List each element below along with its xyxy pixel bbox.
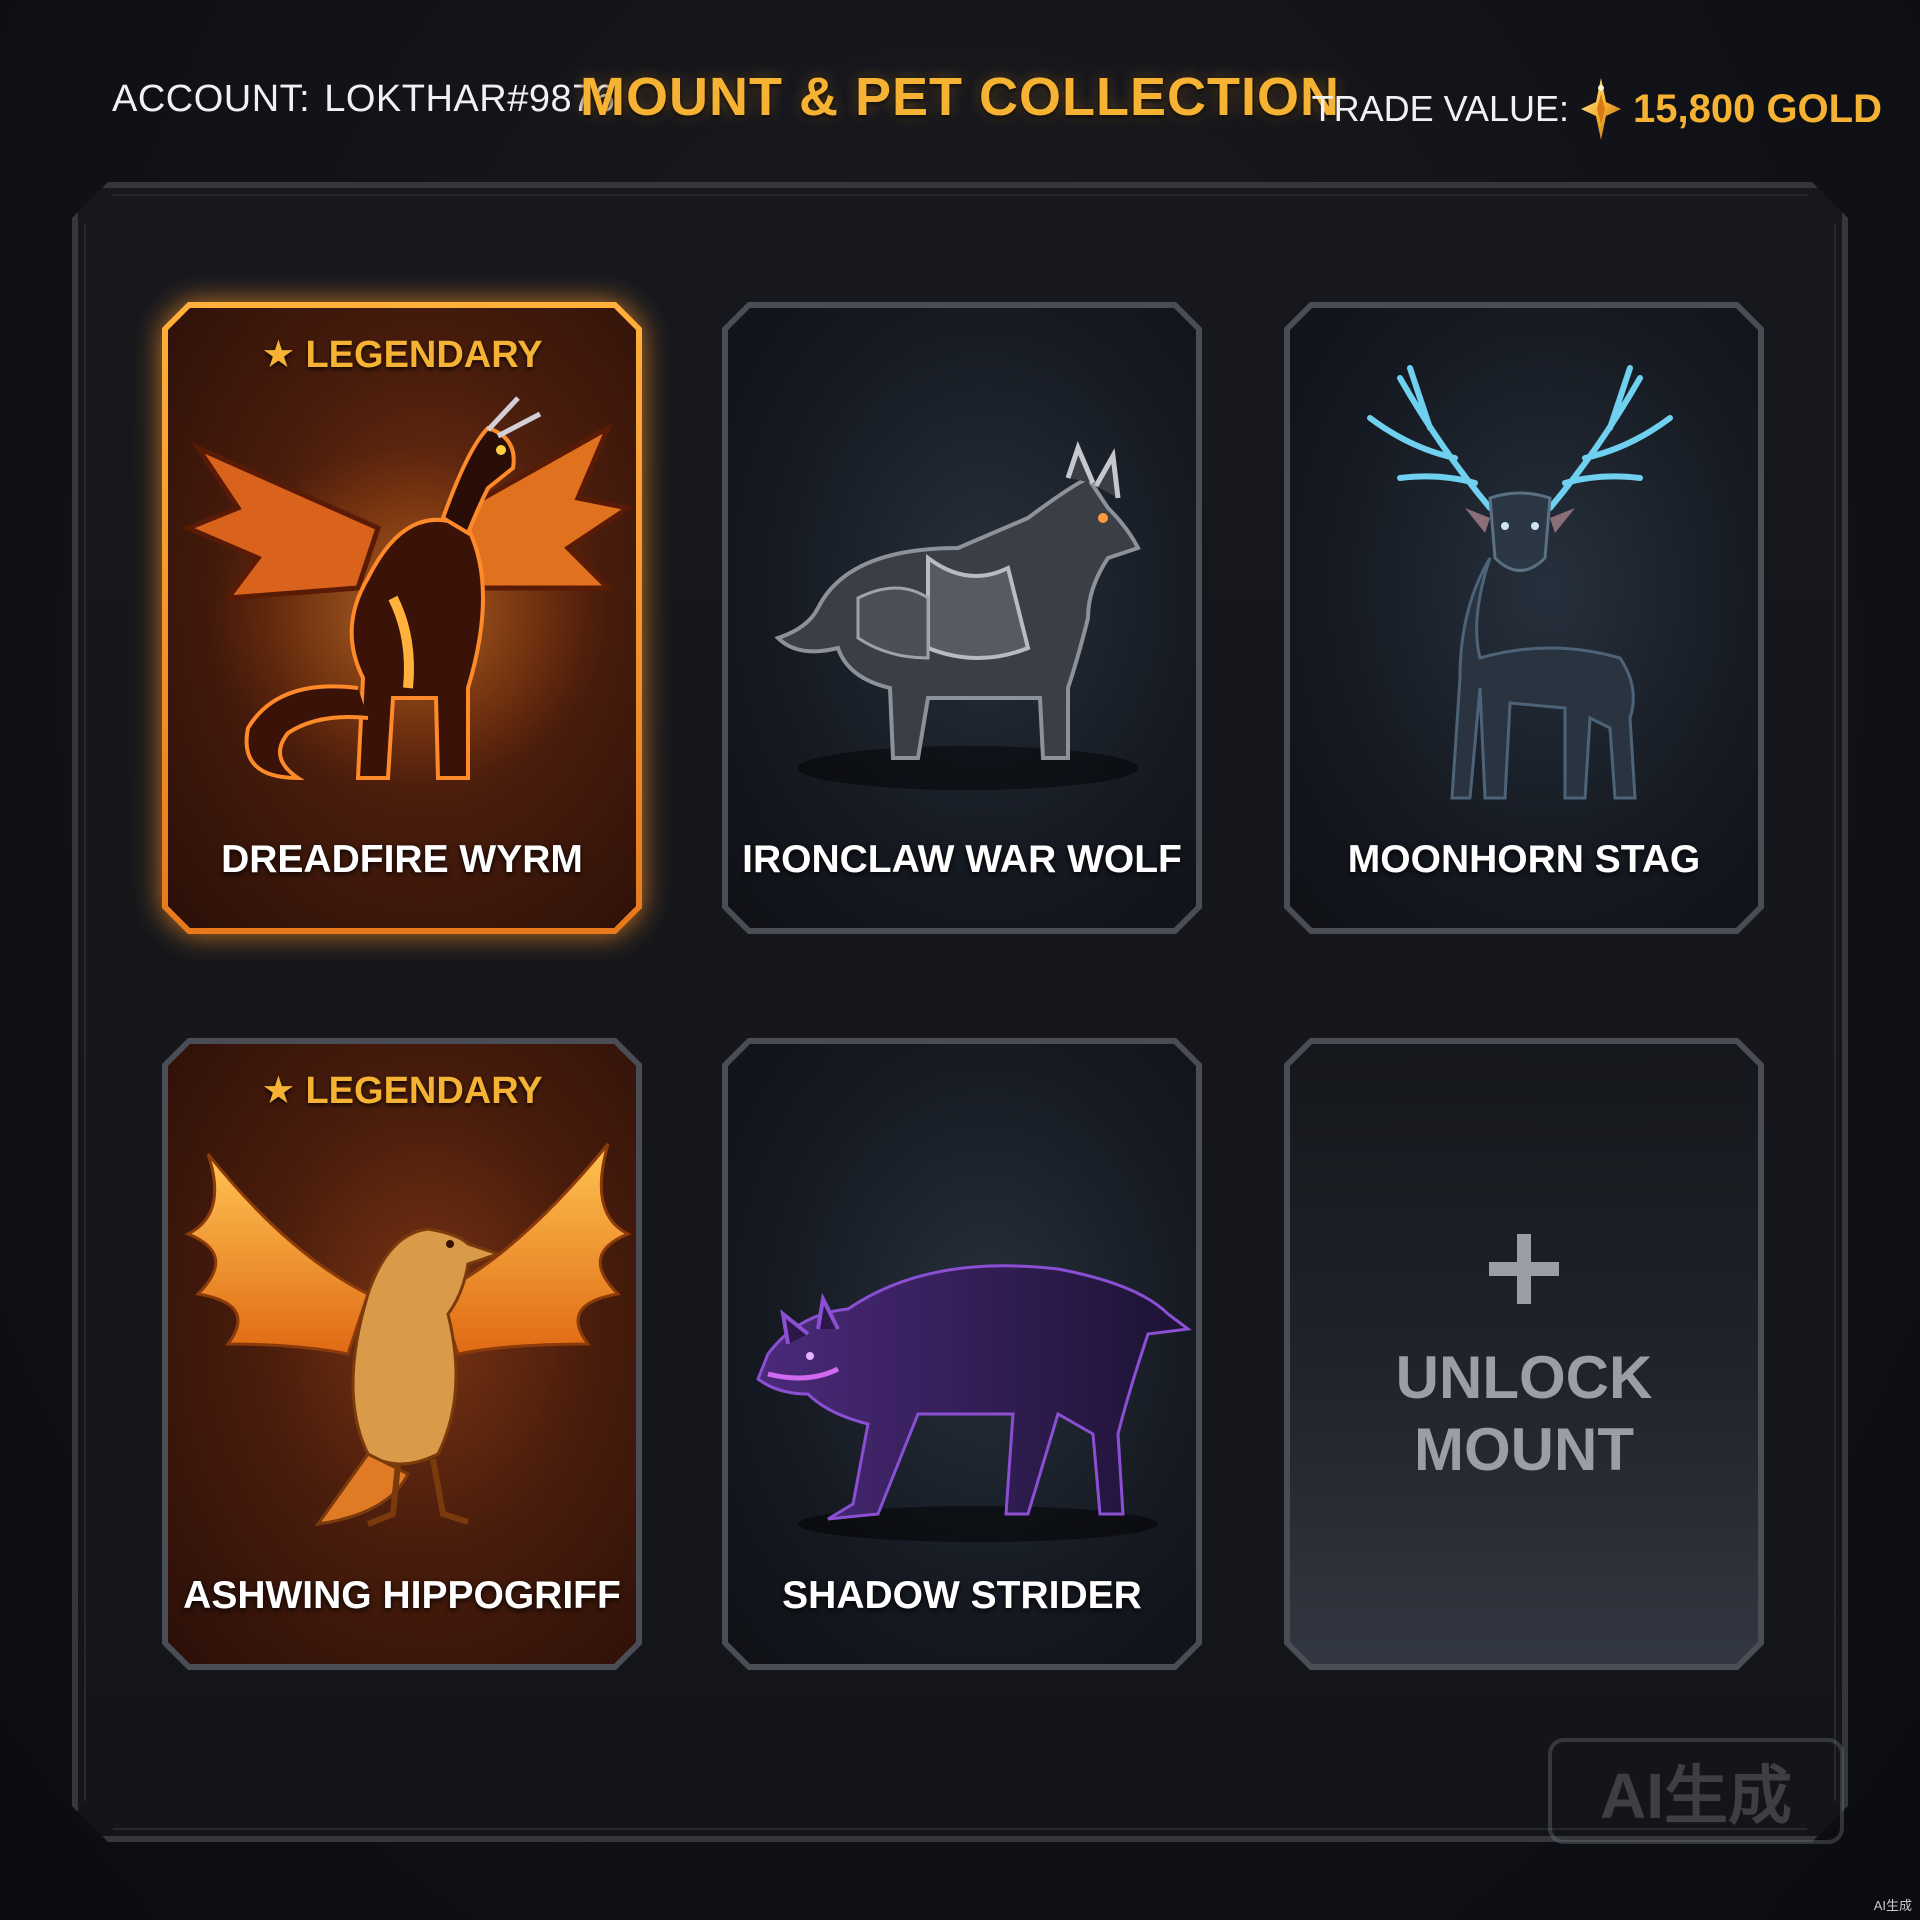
plus-icon: [1489, 1234, 1559, 1304]
card-body: ★ LEGENDARY ASHWING HIPPOGRIFF: [168, 1044, 636, 1664]
unlock-line-1: UNLOCK: [1395, 1344, 1653, 1411]
armored-wolf-icon: [728, 358, 1196, 828]
card-body: IRONCLAW WAR WOLF: [728, 308, 1196, 928]
mount-card-dreadfire-wyrm[interactable]: ★ LEGENDARY DREADFIRE WYRM: [162, 302, 642, 934]
card-name: SHADOW STRIDER: [782, 1574, 1142, 1617]
watermark-badge: AI生成: [1548, 1738, 1844, 1844]
gold-amount: 15,800 GOLD: [1632, 86, 1882, 131]
unlock-mount-card[interactable]: UNLOCK MOUNT: [1284, 1038, 1764, 1670]
unlock-line-2: MOUNT: [1414, 1416, 1634, 1483]
unlock-label: UNLOCK MOUNT: [1374, 1342, 1674, 1486]
mount-card-ironclaw-war-wolf[interactable]: IRONCLAW WAR WOLF: [722, 302, 1202, 934]
stag-icon: [1290, 358, 1758, 828]
card-body: MOONHORN STAG: [1290, 308, 1758, 928]
hippogriff-icon: [168, 1094, 636, 1564]
card-name: DREADFIRE WYRM: [221, 838, 583, 881]
card-body: ★ LEGENDARY DREADFIRE WYRM: [168, 308, 636, 928]
collection-screen: ACCOUNT: LOKTHAR#9876 MOUNT & PET COLLEC…: [0, 0, 1920, 1920]
gold-diamond-icon: [1579, 76, 1623, 142]
shadow-wolf-icon: [728, 1094, 1196, 1564]
card-body: SHADOW STRIDER: [728, 1044, 1196, 1664]
unlock-content: UNLOCK MOUNT: [1290, 1234, 1758, 1486]
card-name: MOONHORN STAG: [1347, 838, 1701, 881]
dragon-icon: [168, 358, 636, 828]
card-name: IRONCLAW WAR WOLF: [742, 838, 1182, 881]
mount-card-moonhorn-stag[interactable]: MOONHORN STAG: [1284, 302, 1764, 934]
card-name: ASHWING HIPPOGRIFF: [183, 1574, 621, 1617]
mount-card-shadow-strider[interactable]: SHADOW STRIDER: [722, 1038, 1202, 1670]
corner-watermark: AI生成: [1873, 1898, 1912, 1913]
trade-value: TRADE VALUE: 15,800 GOLD: [1312, 76, 1882, 142]
trade-value-label: TRADE VALUE:: [1311, 88, 1569, 129]
card-body: UNLOCK MOUNT: [1290, 1044, 1758, 1664]
mount-card-ashwing-hippogriff[interactable]: ★ LEGENDARY ASHWING HIPPOGRIFF: [162, 1038, 642, 1670]
